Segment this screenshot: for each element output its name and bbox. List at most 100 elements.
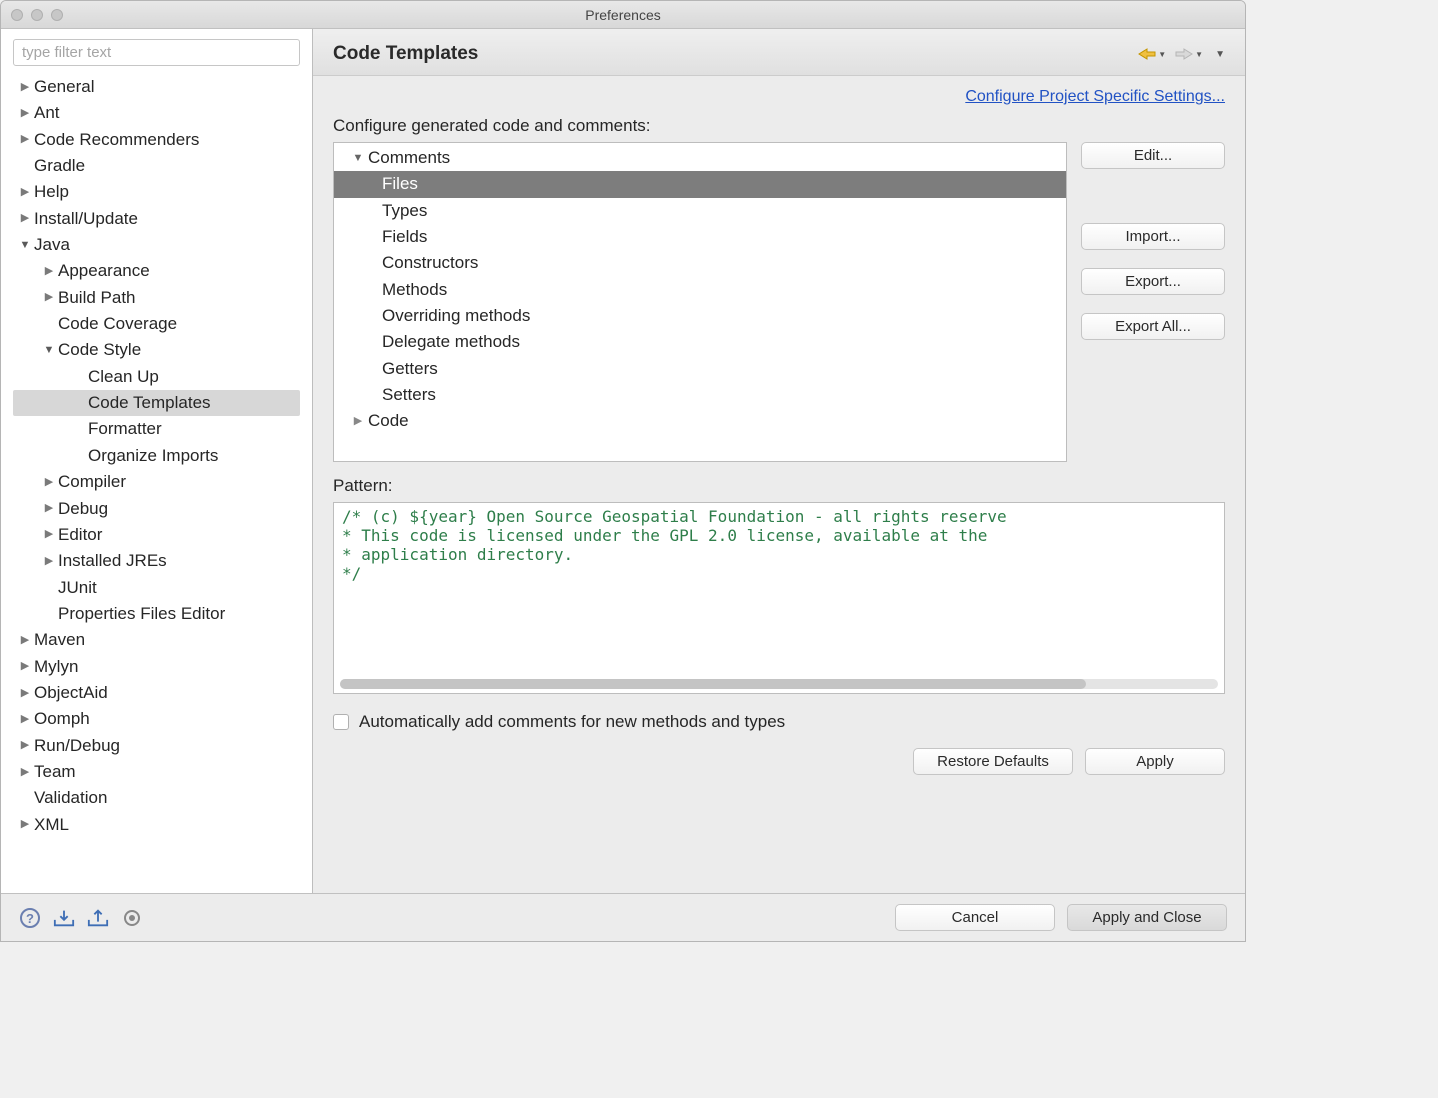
sidebar-item[interactable]: ▶Properties Files Editor	[13, 601, 300, 627]
template-item[interactable]: Fields	[334, 224, 1066, 250]
template-item[interactable]: Methods	[334, 277, 1066, 303]
back-button[interactable]: ▼	[1135, 45, 1168, 63]
sidebar-item[interactable]: ▶Install/Update	[13, 206, 300, 232]
auto-comments-row: Automatically add comments for new metho…	[333, 712, 1225, 732]
template-item[interactable]: ▶Code	[334, 408, 1066, 434]
horizontal-scrollbar[interactable]	[340, 679, 1218, 689]
template-item[interactable]: Setters	[334, 382, 1066, 408]
cancel-button[interactable]: Cancel	[895, 904, 1055, 931]
sidebar-item[interactable]: ▶Mylyn	[13, 654, 300, 680]
minimize-window-button[interactable]	[31, 9, 43, 21]
edit-button[interactable]: Edit...	[1081, 142, 1225, 169]
template-item[interactable]: Delegate methods	[334, 329, 1066, 355]
apply-button[interactable]: Apply	[1085, 748, 1225, 775]
template-item-label: Constructors	[382, 250, 478, 276]
sidebar-item[interactable]: ▶Run/Debug	[13, 733, 300, 759]
sidebar-item[interactable]: ▶Formatter	[13, 416, 300, 442]
pattern-box[interactable]: /* (c) ${year} Open Source Geospatial Fo…	[333, 502, 1225, 694]
menu-dropdown-icon[interactable]: ▼	[1215, 49, 1225, 60]
scrollbar-thumb[interactable]	[340, 679, 1086, 689]
template-tree-container: ▼CommentsFilesTypesFieldsConstructorsMet…	[333, 142, 1067, 462]
tree-item-label: Run/Debug	[34, 733, 120, 759]
preferences-window: Preferences ▶General▶Ant▶Code Recommende…	[0, 0, 1246, 942]
sidebar-item[interactable]: ▼Java	[13, 232, 300, 258]
export-button[interactable]: Export...	[1081, 268, 1225, 295]
sidebar-item[interactable]: ▶Code Recommenders	[13, 127, 300, 153]
chevron-right-icon: ▶	[352, 413, 364, 430]
templates-row: ▼CommentsFilesTypesFieldsConstructorsMet…	[333, 142, 1225, 462]
sidebar-item[interactable]: ▶Installed JREs	[13, 548, 300, 574]
export-all-button[interactable]: Export All...	[1081, 313, 1225, 340]
chevron-right-icon: ▶	[19, 737, 31, 754]
template-item[interactable]: Files	[334, 171, 1066, 197]
project-settings-link-row: Configure Project Specific Settings...	[333, 88, 1225, 106]
import-preferences-icon[interactable]	[53, 907, 75, 929]
import-button[interactable]: Import...	[1081, 223, 1225, 250]
configure-project-settings-link[interactable]: Configure Project Specific Settings...	[965, 88, 1225, 105]
sidebar-item[interactable]: ▶ObjectAid	[13, 680, 300, 706]
sidebar-item[interactable]: ▶Code Coverage	[13, 311, 300, 337]
template-item[interactable]: ▼Comments	[334, 145, 1066, 171]
footer-left: ?	[19, 907, 143, 929]
template-item[interactable]: Constructors	[334, 250, 1066, 276]
svg-text:?: ?	[26, 911, 34, 926]
sidebar-item[interactable]: ▶Validation	[13, 785, 300, 811]
tree-item-label: Organize Imports	[88, 443, 218, 469]
footer-right: Cancel Apply and Close	[895, 904, 1227, 931]
sidebar-item[interactable]: ▶Debug	[13, 496, 300, 522]
sidebar-item[interactable]: ▶Compiler	[13, 469, 300, 495]
sidebar-item[interactable]: ▶Organize Imports	[13, 443, 300, 469]
restore-defaults-button[interactable]: Restore Defaults	[913, 748, 1073, 775]
sidebar-item[interactable]: ▶Code Templates	[13, 390, 300, 416]
template-item[interactable]: Overriding methods	[334, 303, 1066, 329]
tree-item-label: Clean Up	[88, 364, 159, 390]
sidebar-item[interactable]: ▶Appearance	[13, 258, 300, 284]
forward-button[interactable]: ▼	[1172, 45, 1205, 63]
sidebar-item[interactable]: ▶Oomph	[13, 706, 300, 732]
template-item-label: Files	[382, 171, 418, 197]
content-area: ▶General▶Ant▶Code Recommenders▶Gradle▶He…	[1, 29, 1245, 893]
template-tree[interactable]: ▼CommentsFilesTypesFieldsConstructorsMet…	[334, 143, 1066, 437]
template-item[interactable]: Types	[334, 198, 1066, 224]
sidebar-item[interactable]: ▶JUnit	[13, 575, 300, 601]
apply-and-close-button[interactable]: Apply and Close	[1067, 904, 1227, 931]
export-preferences-icon[interactable]	[87, 907, 109, 929]
sidebar-item[interactable]: ▼Code Style	[13, 337, 300, 363]
chevron-right-icon: ▶	[43, 474, 55, 491]
tree-item-label: Maven	[34, 627, 85, 653]
sidebar-item[interactable]: ▶Team	[13, 759, 300, 785]
sidebar-item[interactable]: ▶Build Path	[13, 285, 300, 311]
sidebar-item[interactable]: ▶Gradle	[13, 153, 300, 179]
tree-item-label: ObjectAid	[34, 680, 108, 706]
zoom-window-button[interactable]	[51, 9, 63, 21]
main-header: Code Templates ▼ ▼ ▼	[313, 29, 1245, 76]
template-item-label: Overriding methods	[382, 303, 530, 329]
sidebar-item[interactable]: ▶Help	[13, 179, 300, 205]
sidebar-item[interactable]: ▶Maven	[13, 627, 300, 653]
template-item-label: Fields	[382, 224, 427, 250]
arrow-left-icon	[1137, 47, 1157, 61]
page-title: Code Templates	[333, 43, 478, 65]
template-item-label: Getters	[382, 356, 438, 382]
sidebar-item[interactable]: ▶XML	[13, 812, 300, 838]
auto-comments-label: Automatically add comments for new metho…	[359, 712, 785, 732]
close-window-button[interactable]	[11, 9, 23, 21]
tree-item-label: Validation	[34, 785, 107, 811]
sidebar-item[interactable]: ▶Ant	[13, 100, 300, 126]
sidebar-item[interactable]: ▶Clean Up	[13, 364, 300, 390]
main-body: Configure Project Specific Settings... C…	[313, 76, 1245, 893]
tree-item-label: General	[34, 74, 94, 100]
template-item[interactable]: Getters	[334, 356, 1066, 382]
help-icon[interactable]: ?	[19, 907, 41, 929]
chevron-right-icon: ▶	[43, 263, 55, 280]
tree-item-label: Code Coverage	[58, 311, 177, 337]
oomph-icon[interactable]	[121, 907, 143, 929]
filter-input[interactable]	[13, 39, 300, 66]
auto-comments-checkbox[interactable]	[333, 714, 349, 730]
sidebar-item[interactable]: ▶Editor	[13, 522, 300, 548]
template-item-label: Code	[368, 408, 409, 434]
chevron-right-icon: ▶	[43, 500, 55, 517]
sidebar-item[interactable]: ▶General	[13, 74, 300, 100]
chevron-right-icon: ▶	[19, 79, 31, 96]
preferences-tree[interactable]: ▶General▶Ant▶Code Recommenders▶Gradle▶He…	[13, 74, 300, 838]
